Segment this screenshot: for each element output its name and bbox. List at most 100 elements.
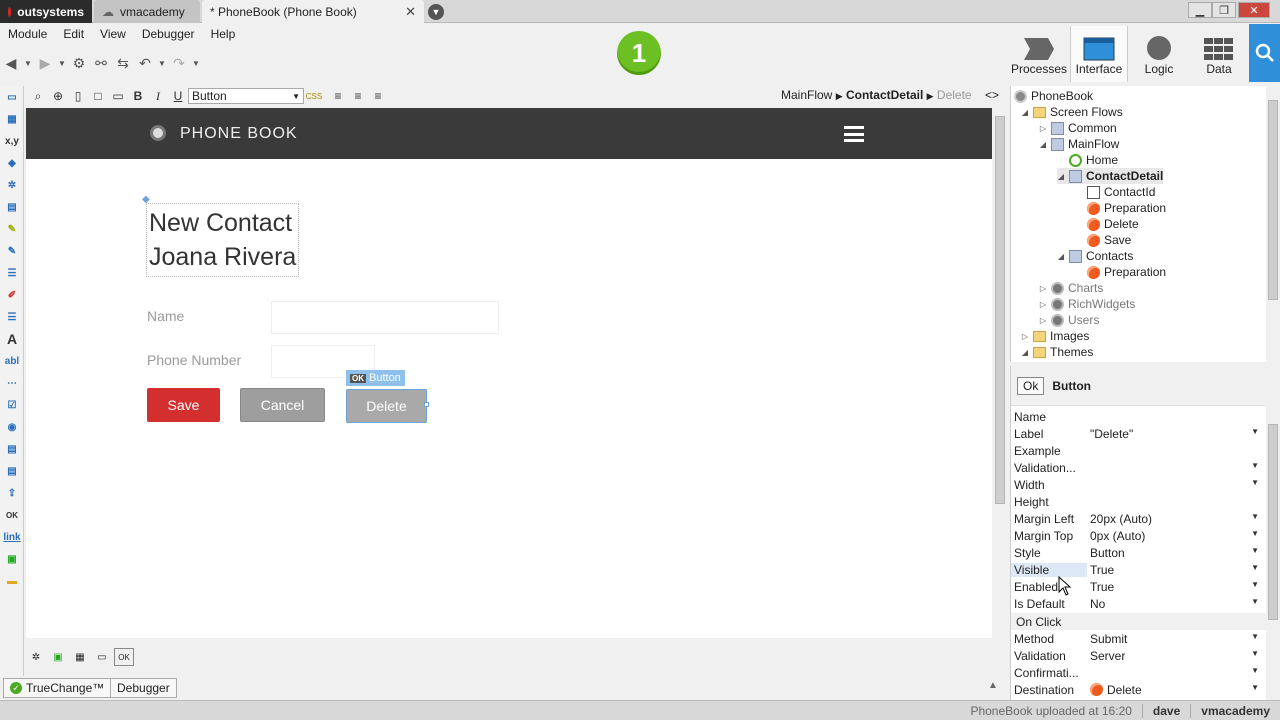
dependencies-icon[interactable]: ⚯ — [90, 52, 112, 74]
edit-record-widget-icon[interactable]: ✎ — [0, 218, 24, 240]
search-button[interactable] — [1249, 24, 1280, 82]
property-row[interactable]: Validation Server ▼ — [1011, 647, 1266, 664]
property-row[interactable]: Enabled True ▼ — [1011, 578, 1266, 595]
menu-debugger[interactable]: Debugger — [134, 27, 203, 41]
chevron-down-icon[interactable]: ▼ — [1251, 632, 1259, 641]
delete-button[interactable]: Delete — [346, 389, 427, 423]
style-class-select[interactable]: Button ▼ — [188, 88, 304, 104]
tree-node-users[interactable]: ▷ Users — [1039, 312, 1099, 328]
chevron-down-icon[interactable]: ▼ — [1251, 512, 1259, 521]
name-input[interactable] — [271, 301, 499, 334]
property-row[interactable]: Confirmati... ▼ — [1011, 664, 1266, 681]
nav-processes[interactable]: Processes — [1011, 26, 1067, 82]
zoom-fit-icon[interactable]: ⊕ — [48, 87, 68, 105]
expand-icon[interactable]: ◢ — [1021, 348, 1029, 357]
restore-button[interactable]: ❐ — [1212, 2, 1236, 18]
chevron-down-icon[interactable]: ▼ — [1251, 580, 1259, 589]
tree-node-mainflow[interactable]: ◢ MainFlow — [1039, 136, 1119, 152]
collapsed-icon[interactable]: ▷ — [1039, 284, 1047, 293]
nav-logic[interactable]: Logic — [1132, 26, 1186, 82]
back-dropdown-icon[interactable]: ▼ — [22, 52, 34, 74]
scrollbar-thumb[interactable] — [1268, 424, 1278, 620]
menu-view[interactable]: View — [92, 27, 134, 41]
hamburger-menu-icon[interactable] — [844, 126, 864, 142]
save-button[interactable]: Save — [147, 388, 220, 422]
expand-icon[interactable]: ◢ — [1057, 172, 1065, 181]
property-value[interactable]: ▼ — [1087, 476, 1266, 493]
tree-node-contactid[interactable]: ContactId — [1075, 184, 1155, 200]
collapsed-icon[interactable]: ▷ — [1039, 316, 1047, 325]
input-widget-icon[interactable]: abl — [0, 350, 24, 372]
input-password-widget-icon[interactable]: ⋯ — [0, 372, 24, 394]
upload-widget-icon[interactable]: ⇪ — [0, 482, 24, 504]
minimize-button[interactable]: ▁ — [1188, 2, 1212, 18]
property-row[interactable]: Width ▼ — [1011, 476, 1266, 493]
tree-node-preparation[interactable]: Preparation — [1075, 200, 1166, 216]
forward-dropdown-icon[interactable]: ▼ — [56, 52, 68, 74]
align-center-icon[interactable]: ≡ — [348, 87, 368, 105]
code-toggle-icon[interactable]: <> — [985, 88, 999, 102]
checkbox-widget-icon[interactable]: ☑ — [0, 394, 24, 416]
chevron-down-icon[interactable]: ▼ — [1251, 649, 1259, 658]
property-row[interactable]: Example — [1011, 442, 1266, 459]
property-value[interactable]: 20px (Auto) ▼ — [1087, 510, 1266, 527]
expand-icon[interactable]: ◢ — [1021, 108, 1029, 117]
property-value[interactable]: Delete ▼ — [1087, 681, 1266, 698]
property-row[interactable]: Visible True ▼ — [1011, 561, 1266, 578]
menu-module[interactable]: Module — [0, 27, 55, 41]
chevron-down-icon[interactable]: ▼ — [1251, 546, 1259, 555]
tree-node-richwidgets[interactable]: ▷ RichWidgets — [1039, 296, 1135, 312]
refactor-icon[interactable]: ⇆ — [112, 52, 134, 74]
container-icon[interactable]: ▭ — [92, 648, 112, 666]
table-widget-icon[interactable]: ▦ — [0, 108, 24, 130]
form-widget-icon[interactable]: ▤ — [0, 196, 24, 218]
close-window-button[interactable]: ✕ — [1238, 2, 1270, 18]
show-record-widget-icon[interactable]: ✎ — [0, 240, 24, 262]
chevron-down-icon[interactable]: ▼ — [1251, 427, 1259, 436]
chevron-down-icon[interactable]: ▼ — [1251, 478, 1259, 487]
tab-outsystems[interactable]: outsystems — [0, 0, 92, 23]
breadcrumb-flow[interactable]: MainFlow — [781, 88, 832, 102]
tree-node-contactdetail[interactable]: ◢ ContactDetail — [1057, 168, 1164, 184]
property-value[interactable]: ▼ — [1087, 664, 1266, 681]
property-row[interactable]: Style Button ▼ — [1011, 544, 1266, 561]
tab-truechange[interactable]: ✓ TrueChange™ — [3, 678, 112, 698]
expand-icon[interactable]: ◢ — [1039, 140, 1047, 149]
image-widget-icon[interactable]: ▣ — [0, 548, 24, 570]
collapsed-icon[interactable]: ▷ — [1039, 300, 1047, 309]
button-widget-icon[interactable]: OK — [0, 504, 24, 526]
property-row[interactable]: Method Submit ▼ — [1011, 630, 1266, 647]
chevron-down-icon[interactable]: ▼ — [1251, 683, 1259, 692]
nav-interface[interactable]: Interface — [1070, 26, 1128, 82]
property-value[interactable]: "Delete" ▼ — [1087, 425, 1266, 442]
zoom-icon[interactable]: ⌕ — [28, 87, 48, 105]
page-heading[interactable]: New Contact Joana Rivera — [146, 203, 300, 277]
undo-dropdown-icon[interactable]: ▼ — [156, 52, 168, 74]
tab-phonebook[interactable]: * PhoneBook (Phone Book) ✕ — [202, 0, 424, 23]
property-value[interactable]: True ▼ — [1087, 561, 1266, 578]
text-widget-icon[interactable]: A — [0, 328, 24, 350]
property-value[interactable]: No ▼ — [1087, 595, 1266, 612]
tree-node-save[interactable]: Save — [1075, 232, 1131, 248]
chevron-down-icon[interactable]: ▼ — [1251, 529, 1259, 538]
properties-scrollbar[interactable] — [1266, 406, 1280, 700]
tree-node-images[interactable]: ▷ Images — [1021, 328, 1089, 344]
property-value[interactable]: True ▼ — [1087, 578, 1266, 595]
scrollbar-thumb[interactable] — [1268, 100, 1278, 300]
phone-preview-icon[interactable]: ▯ — [68, 87, 88, 105]
italic-icon[interactable]: I — [148, 87, 168, 105]
tree-node-charts[interactable]: ▷ Charts — [1039, 280, 1103, 296]
tree-node-common[interactable]: ▷ Common — [1039, 120, 1117, 136]
property-value[interactable] — [1087, 408, 1266, 425]
chevron-down-icon[interactable]: ▼ — [1251, 666, 1259, 675]
if-widget-icon[interactable]: ◆ — [0, 152, 24, 174]
placeholder-widget-icon[interactable]: ✲ — [0, 174, 24, 196]
list-box-widget-icon[interactable]: ▤ — [0, 460, 24, 482]
tree-node-delete[interactable]: Delete — [1075, 216, 1139, 232]
property-row[interactable]: Name — [1011, 408, 1266, 425]
resize-handle[interactable] — [424, 402, 429, 407]
bold-icon[interactable]: B — [128, 87, 148, 105]
property-row[interactable]: Is Default No ▼ — [1011, 595, 1266, 612]
list-records-widget-icon[interactable]: ☰ — [0, 262, 24, 284]
publish-button[interactable]: 1 — [617, 31, 661, 75]
